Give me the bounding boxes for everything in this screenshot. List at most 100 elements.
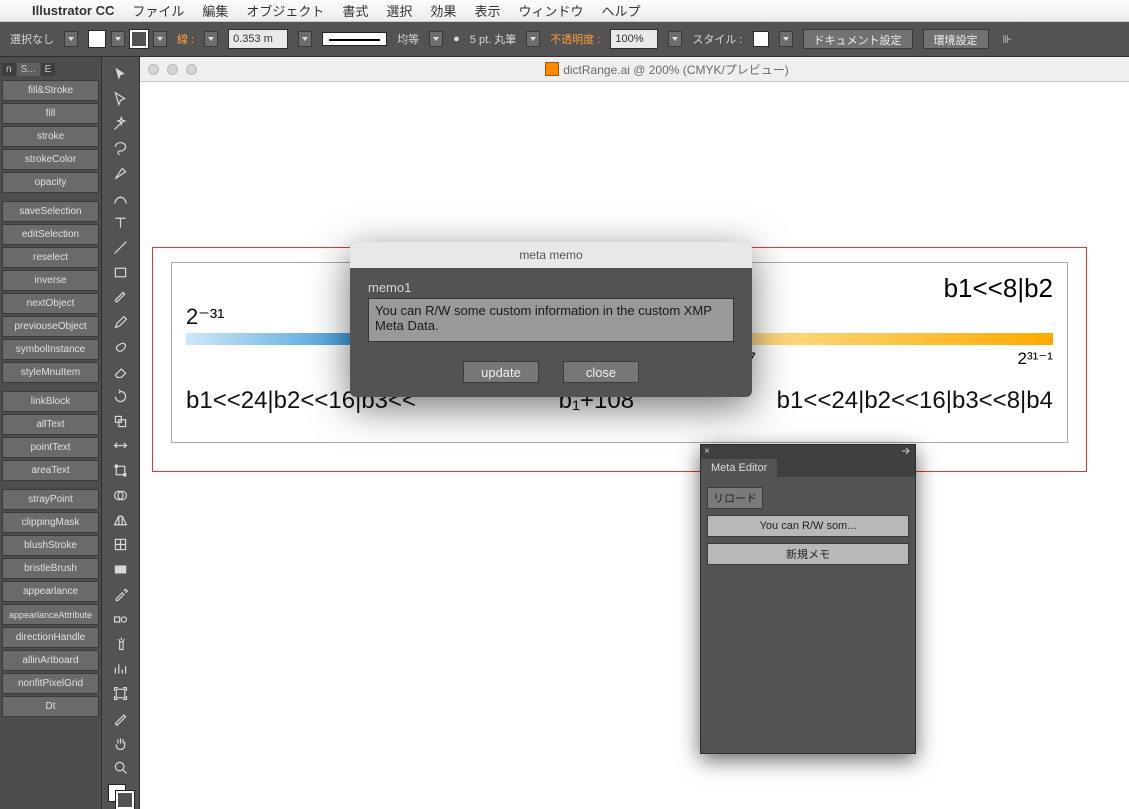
blob-brush-tool-icon[interactable] [107, 335, 135, 358]
scale-tool-icon[interactable] [107, 410, 135, 433]
slice-tool-icon[interactable] [107, 707, 135, 730]
eyedropper-tool-icon[interactable] [107, 583, 135, 606]
la-stylemnuitem[interactable]: styleMnuItem [2, 362, 99, 383]
la-fill[interactable]: fill [2, 103, 99, 124]
paintbrush-tool-icon[interactable] [107, 286, 135, 309]
la-appearlanceattribute[interactable]: appearlanceAttribute [2, 604, 99, 625]
stroke-stepper-icon[interactable] [204, 31, 218, 47]
curvature-tool-icon[interactable] [107, 187, 135, 210]
shape-builder-tool-icon[interactable] [107, 484, 135, 507]
mesh-tool-icon[interactable] [107, 534, 135, 557]
brush-dd-icon[interactable] [526, 31, 540, 47]
fill-swatch[interactable] [88, 30, 106, 48]
rectangle-tool-icon[interactable] [107, 261, 135, 284]
doc-setup-button[interactable]: ドキュメント設定 [803, 29, 913, 49]
free-transform-tool-icon[interactable] [107, 459, 135, 482]
window-close-icon[interactable] [148, 64, 159, 75]
menu-edit[interactable]: 編集 [202, 1, 228, 20]
reload-button[interactable]: リロード [707, 487, 763, 509]
la-clippingmask[interactable]: clippingMask [2, 512, 99, 533]
magic-wand-tool-icon[interactable] [107, 113, 135, 136]
la-linkblock[interactable]: linkBlock [2, 391, 99, 412]
eraser-tool-icon[interactable] [107, 360, 135, 383]
prefs-button[interactable]: 環境設定 [923, 29, 989, 49]
la-blushstroke[interactable]: blushStroke [2, 535, 99, 556]
blend-tool-icon[interactable] [107, 608, 135, 631]
la-tab-1[interactable]: S... [17, 63, 40, 76]
menu-select[interactable]: 選択 [386, 1, 412, 20]
menubar-appname[interactable]: Illustrator CC [32, 3, 114, 18]
opacity-dd-icon[interactable] [668, 31, 682, 47]
stroke-weight-dd-icon[interactable] [298, 31, 312, 47]
menu-help[interactable]: ヘルプ [601, 1, 640, 20]
window-max-icon[interactable] [186, 64, 197, 75]
la-stroke[interactable]: stroke [2, 126, 99, 147]
style-dd-icon[interactable] [779, 31, 793, 47]
opacity-input[interactable] [610, 29, 658, 49]
stroke-dd-icon[interactable] [153, 31, 167, 47]
stroke-swatch[interactable] [130, 30, 148, 48]
menu-type[interactable]: 書式 [342, 1, 368, 20]
type-tool-icon[interactable] [107, 212, 135, 235]
menu-view[interactable]: 表示 [474, 1, 500, 20]
stroke-weight-input[interactable] [228, 29, 288, 49]
la-allinartboard[interactable]: allinArtboard [2, 650, 99, 671]
width-tool-icon[interactable] [107, 434, 135, 457]
line-tool-icon[interactable] [107, 236, 135, 259]
menu-object[interactable]: オブジェクト [246, 1, 324, 20]
la-saveselection[interactable]: saveSelection [2, 201, 99, 222]
la-editselection[interactable]: editSelection [2, 224, 99, 245]
la-pointtext[interactable]: pointText [2, 437, 99, 458]
la-bristlebrush[interactable]: bristleBrush [2, 558, 99, 579]
direct-selection-tool-icon[interactable] [107, 88, 135, 111]
la-areatext[interactable]: areaText [2, 460, 99, 481]
la-strokecolor[interactable]: strokeColor [2, 149, 99, 170]
la-nonfitpixelgrid[interactable]: nonfitPixelGrid [2, 673, 99, 694]
panel-tab-metaeditor[interactable]: Meta Editor [701, 459, 777, 477]
stroke-label[interactable]: 線 : [177, 31, 194, 47]
la-dt[interactable]: Dt [2, 696, 99, 717]
menu-window[interactable]: ウィンドウ [518, 1, 583, 20]
profile-dd-icon[interactable] [429, 31, 443, 47]
fill-dd-icon[interactable] [111, 31, 125, 47]
la-reselect[interactable]: reselect [2, 247, 99, 268]
la-nextobject[interactable]: nextObject [2, 293, 99, 314]
fill-stroke-indicator[interactable] [108, 784, 134, 809]
la-appearlance[interactable]: appearlance [2, 581, 99, 602]
update-button[interactable]: update [463, 361, 539, 383]
la-inverse[interactable]: inverse [2, 270, 99, 291]
close-button[interactable]: close [563, 361, 639, 383]
panel-close-icon[interactable]: × [704, 446, 710, 457]
la-straypoint[interactable]: strayPoint [2, 489, 99, 510]
lasso-tool-icon[interactable] [107, 137, 135, 160]
menu-file[interactable]: ファイル [132, 1, 184, 20]
perspective-grid-tool-icon[interactable] [107, 509, 135, 532]
column-graph-tool-icon[interactable] [107, 657, 135, 680]
memo-entry-button[interactable]: You can R/W som... [707, 515, 909, 537]
la-previouseobject[interactable]: previouseObject [2, 316, 99, 337]
zoom-tool-icon[interactable] [107, 756, 135, 779]
style-swatch[interactable] [753, 31, 769, 47]
menu-effect[interactable]: 効果 [430, 1, 456, 20]
rotate-tool-icon[interactable] [107, 385, 135, 408]
pencil-tool-icon[interactable] [107, 311, 135, 334]
memo-textarea[interactable] [368, 298, 734, 342]
new-memo-button[interactable]: 新規メモ [707, 543, 909, 565]
selection-tool-icon[interactable] [107, 63, 135, 86]
la-symbolinstance[interactable]: symbolInstance [2, 339, 99, 360]
gradient-tool-icon[interactable] [107, 558, 135, 581]
panel-collapse-icon[interactable] [902, 448, 912, 455]
opacity-label[interactable]: 不透明度 : [550, 31, 600, 47]
canvas[interactable]: b1<<8|b2 2⁻³¹ -3 32767 2³¹⁻¹ b1<<24|b2<<… [140, 82, 1129, 809]
la-tab-2[interactable]: E [41, 63, 56, 76]
la-fillstroke[interactable]: fill&Stroke [2, 80, 99, 101]
la-directionhandle[interactable]: directionHandle [2, 627, 99, 648]
artboard-tool-icon[interactable] [107, 682, 135, 705]
symbol-sprayer-tool-icon[interactable] [107, 633, 135, 656]
la-opacity[interactable]: opacity [2, 172, 99, 193]
la-alltext[interactable]: allText [2, 414, 99, 435]
la-tab-0[interactable]: n [2, 63, 16, 76]
align-icon[interactable]: ⊪ [1003, 33, 1013, 46]
selection-dropdown-icon[interactable] [64, 31, 78, 47]
stroke-profile-preview[interactable] [322, 32, 387, 46]
